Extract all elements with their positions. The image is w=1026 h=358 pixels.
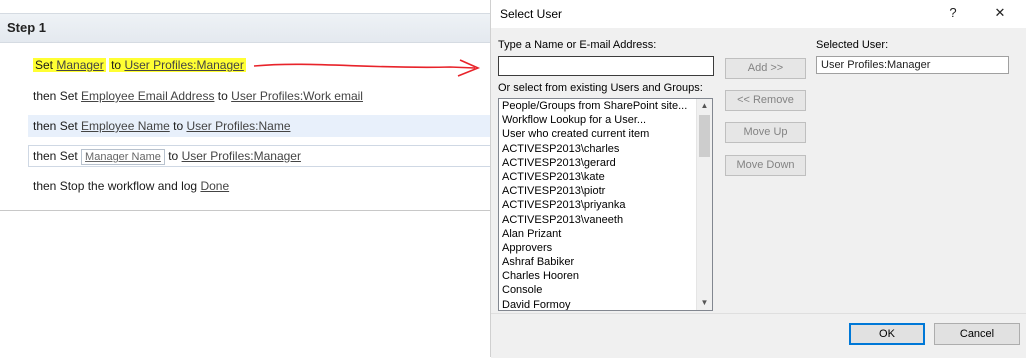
list-scrollbar[interactable]: ▲ ▼ <box>696 99 712 310</box>
list-item[interactable]: ACTIVESP2013\gerard <box>499 156 712 170</box>
users-groups-list[interactable]: People/Groups from SharePoint site... Wor… <box>498 98 713 311</box>
workflow-panel: Step 1 Set Manager to User Profiles:Mana… <box>0 0 500 211</box>
list-item[interactable]: Workflow Lookup for a User... <box>499 113 712 127</box>
value-link-work-email[interactable]: User Profiles:Work email <box>231 89 363 103</box>
list-item[interactable]: Ashraf Babiker <box>499 255 712 269</box>
list-item[interactable]: Console <box>499 283 712 297</box>
workflow-action-2: then Set Employee Email Address to User … <box>33 89 363 103</box>
list-item[interactable]: ACTIVESP2013\priyanka <box>499 198 712 212</box>
field-link-employee-email[interactable]: Employee Email Address <box>81 89 214 103</box>
value-link-user-profiles-manager[interactable]: User Profiles:Manager <box>124 58 243 72</box>
selected-user-field[interactable]: User Profiles:Manager <box>816 56 1009 74</box>
ok-button[interactable]: OK <box>849 323 925 345</box>
to-highlight: to User Profiles:Manager <box>109 58 246 72</box>
list-item[interactable]: ACTIVESP2013\piotr <box>499 184 712 198</box>
move-down-button[interactable]: Move Down <box>725 155 806 176</box>
dialog-body: Type a Name or E-mail Address: Or select… <box>491 28 1026 313</box>
help-icon[interactable]: ? <box>941 3 965 23</box>
value-link-name[interactable]: User Profiles:Name <box>186 119 290 133</box>
scroll-up-icon[interactable]: ▲ <box>697 99 712 113</box>
list-item[interactable]: People/Groups from SharePoint site... <box>499 99 712 113</box>
dialog-footer: OK Cancel <box>491 313 1026 358</box>
list-item[interactable]: User who created current item <box>499 127 712 141</box>
dialog-title: Select User <box>500 7 563 21</box>
set-keyword-highlight: Set Manager <box>33 58 106 72</box>
scroll-thumb[interactable] <box>699 115 710 157</box>
step-header: Step 1 <box>0 13 500 43</box>
field-link-employee-name[interactable]: Employee Name <box>81 119 170 133</box>
list-item[interactable]: ACTIVESP2013\vaneeth <box>499 213 712 227</box>
workflow-action-4: then Set Manager Name to User Profiles:M… <box>33 148 301 165</box>
red-arrow-annotation <box>253 59 481 77</box>
list-item[interactable]: ACTIVESP2013\charles <box>499 142 712 156</box>
selected-user-label: Selected User: <box>816 39 889 51</box>
list-item[interactable]: Charles Hooren <box>499 269 712 283</box>
workflow-action-3: then Set Employee Name to User Profiles:… <box>33 119 291 133</box>
workflow-action-5: then Stop the workflow and log Done <box>33 179 230 193</box>
list-items-container: People/Groups from SharePoint site... Wor… <box>499 99 712 310</box>
value-link-manager-2[interactable]: User Profiles:Manager <box>182 149 301 163</box>
workflow-action-1: Set Manager to User Profiles:Manager <box>33 55 246 75</box>
list-item[interactable]: Alan Prizant <box>499 227 712 241</box>
remove-button[interactable]: << Remove <box>725 90 806 111</box>
close-icon[interactable]: ✕ <box>988 3 1012 23</box>
cancel-button[interactable]: Cancel <box>934 323 1020 345</box>
name-input-label: Type a Name or E-mail Address: <box>498 39 657 51</box>
scroll-down-icon[interactable]: ▼ <box>697 296 712 310</box>
list-item[interactable]: David Formoy <box>499 298 712 310</box>
move-up-button[interactable]: Move Up <box>725 122 806 143</box>
log-link-done[interactable]: Done <box>200 179 229 193</box>
name-email-input[interactable] <box>498 56 714 76</box>
existing-users-label: Or select from existing Users and Groups… <box>498 82 703 94</box>
field-dropdown-manager-name[interactable]: Manager Name <box>81 148 165 165</box>
list-item[interactable]: Approvers <box>499 241 712 255</box>
list-item[interactable]: ACTIVESP2013\kate <box>499 170 712 184</box>
add-button[interactable]: Add >> <box>725 58 806 79</box>
select-user-dialog: Select User ? ✕ Type a Name or E-mail Ad… <box>490 0 1026 358</box>
step-title: Step 1 <box>7 20 47 35</box>
field-link-manager[interactable]: Manager <box>56 58 103 72</box>
